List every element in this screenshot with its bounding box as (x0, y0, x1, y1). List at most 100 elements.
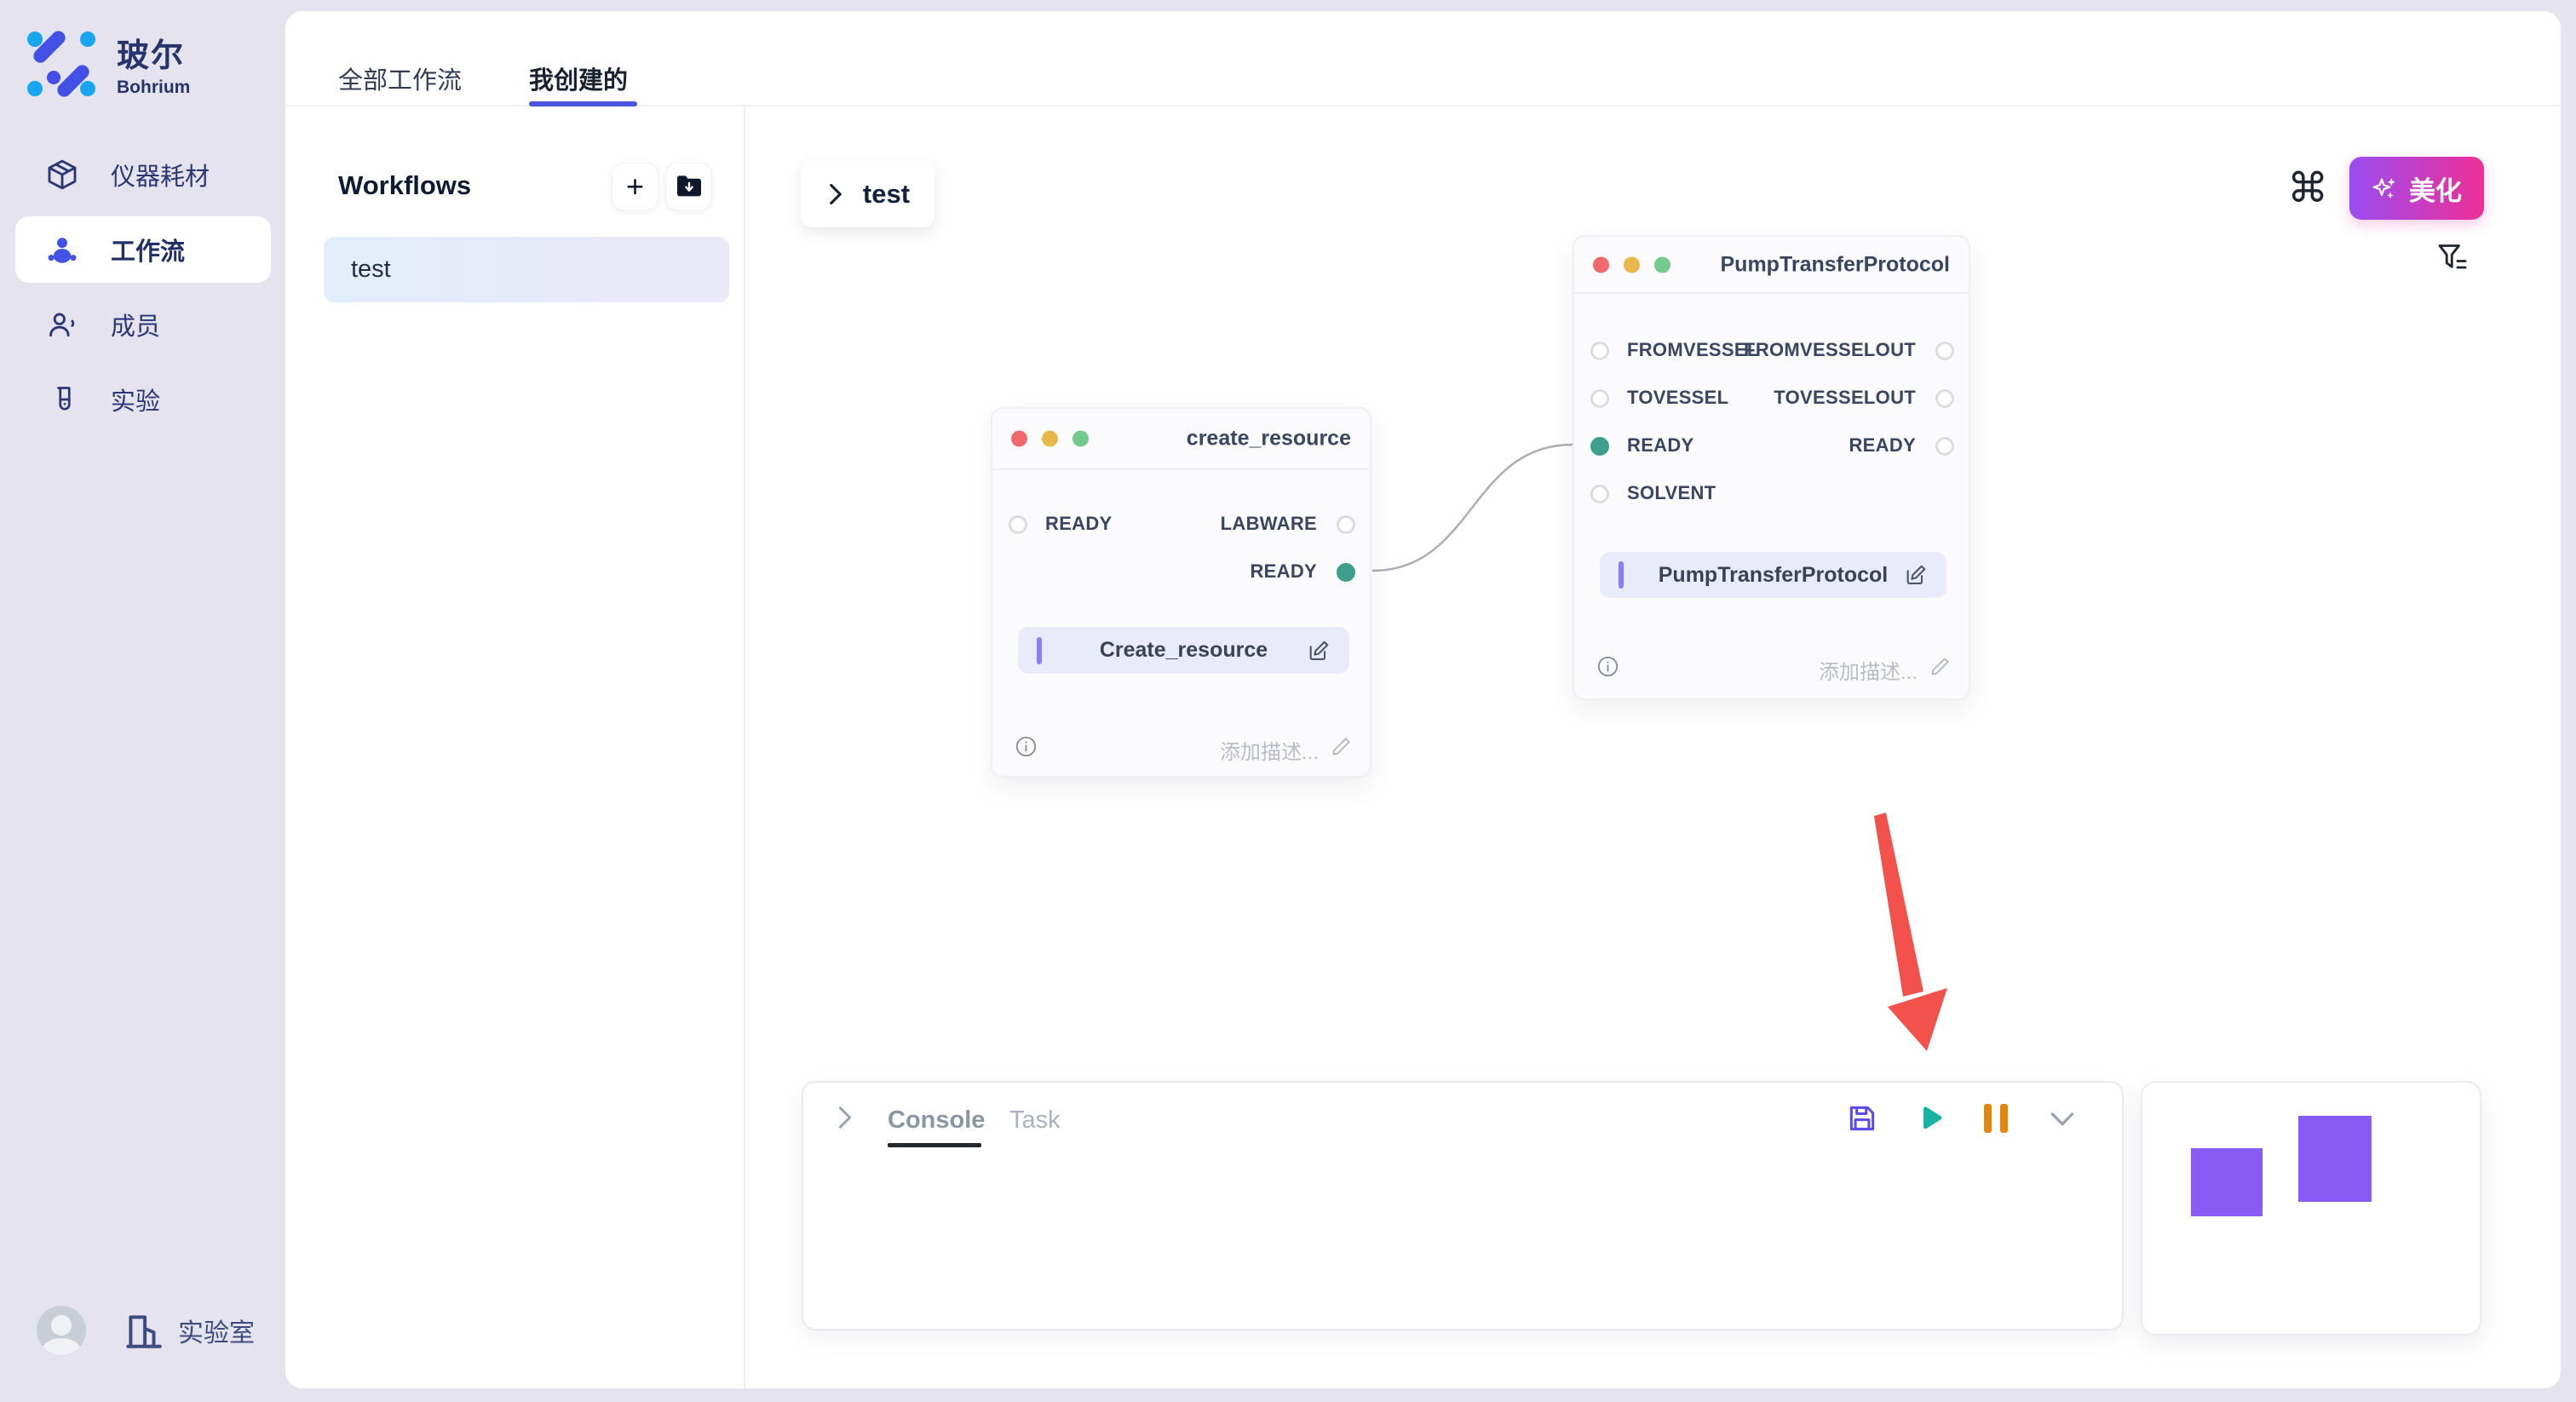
port-label: READY (1849, 434, 1916, 457)
node-action-button[interactable]: Create_resource (1018, 627, 1349, 674)
node-title: PumpTransferProtocol (1721, 252, 1951, 277)
edit-icon[interactable] (1307, 639, 1331, 663)
workflow-icon (44, 232, 80, 267)
workflow-tabbar: 全部工作流 我创建的 (285, 11, 2561, 106)
run-button[interactable] (1916, 1103, 1946, 1134)
tab-created-by-me[interactable]: 我创建的 (529, 60, 628, 96)
traffic-light-yellow[interactable] (1042, 431, 1058, 447)
workflows-title: Workflows (338, 170, 471, 201)
port-label: TOVESSEL (1627, 387, 1728, 409)
annotation-arrow-head (1888, 988, 1947, 1051)
minimap[interactable] (2141, 1081, 2481, 1336)
sidebar: 玻尔 Bohrium 仪器耗材 工作流 (0, 0, 285, 1402)
sidebar-item-workflow[interactable]: 工作流 (15, 216, 271, 283)
tab-all-workflows[interactable]: 全部工作流 (338, 60, 462, 96)
package-icon (44, 157, 80, 192)
minimap-node-pump-transfer (2298, 1116, 2372, 1202)
traffic-lights (1593, 256, 1670, 273)
sidebar-item-label: 仪器耗材 (111, 157, 210, 192)
port-label: FROMVESSEL (1627, 339, 1759, 361)
port-label: FROMVESSELOUT (1744, 339, 1916, 361)
test-tube-icon (44, 382, 80, 417)
input-port-ready-connected[interactable] (1590, 437, 1609, 456)
pencil-icon[interactable] (1929, 655, 1952, 678)
port-label: READY (1250, 560, 1317, 583)
output-port-fromvesselout[interactable] (1935, 342, 1954, 360)
app-logo[interactable]: 玻尔 Bohrium (27, 29, 190, 98)
user-avatar[interactable] (37, 1306, 86, 1355)
add-workflow-button[interactable]: + (612, 163, 658, 210)
port-label: READY (1045, 513, 1113, 535)
pencil-icon[interactable] (1330, 735, 1353, 758)
port-label: READY (1627, 434, 1694, 457)
traffic-lights (1011, 431, 1089, 447)
lab-switcher[interactable]: 实验室 (122, 1308, 255, 1353)
input-port-ready[interactable] (1009, 515, 1027, 534)
traffic-light-green[interactable] (1654, 256, 1670, 273)
port-label: TOVESSELOUT (1774, 387, 1916, 409)
chevron-right-icon (825, 182, 846, 206)
play-icon (1916, 1103, 1946, 1134)
sidebar-item-instruments[interactable]: 仪器耗材 (15, 141, 271, 208)
node-action-button[interactable]: PumpTransferProtocol (1600, 552, 1946, 598)
node-action-label: PumpTransferProtocol (1600, 563, 1946, 588)
folder-download-icon (676, 175, 703, 198)
console-toolbar (1846, 1101, 2079, 1135)
annotation-arrow-shaft (1874, 813, 1923, 997)
output-port-ready[interactable] (1935, 437, 1954, 456)
accent-bar (1037, 637, 1042, 664)
output-port-ready-connected[interactable] (1337, 563, 1355, 582)
node-title: create_resource (1187, 427, 1351, 451)
traffic-light-yellow[interactable] (1624, 256, 1640, 273)
node-action-label: Create_resource (1018, 638, 1349, 663)
node-header[interactable]: PumpTransferProtocol (1574, 237, 1969, 294)
collapse-panel-button[interactable] (2045, 1101, 2079, 1135)
node-header[interactable]: create_resource (992, 409, 1370, 470)
logo-en: Bohrium (117, 78, 190, 98)
command-palette-icon[interactable]: ⌘ (2287, 168, 2328, 209)
collapse-chevron-icon[interactable] (834, 1105, 856, 1130)
node-pump-transfer-protocol[interactable]: PumpTransferProtocol FROMVESSEL FROMVESS… (1573, 235, 1970, 700)
edge-create-to-pump (1372, 445, 1573, 571)
sidebar-item-label: 工作流 (111, 232, 185, 267)
filter-icon[interactable] (2437, 243, 2468, 277)
input-port-tovessel[interactable] (1590, 389, 1609, 408)
traffic-light-red[interactable] (1011, 431, 1027, 447)
accent-bar (1619, 561, 1624, 589)
info-icon[interactable] (1596, 655, 1619, 678)
sidebar-item-members[interactable]: 成员 (15, 291, 271, 358)
beautify-button[interactable]: 美化 (2349, 157, 2484, 220)
save-button[interactable] (1846, 1102, 1878, 1135)
sparkles-icon (2372, 175, 2399, 202)
description-placeholder[interactable]: 添加描述... (1220, 735, 1319, 765)
lab-label: 实验室 (178, 1312, 255, 1349)
tab-task[interactable]: Task (1009, 1106, 1061, 1135)
chevron-down-icon (2045, 1101, 2079, 1135)
breadcrumb[interactable]: test (801, 160, 934, 227)
input-port-solvent[interactable] (1590, 485, 1609, 503)
pause-button[interactable] (1984, 1104, 2008, 1133)
edit-icon[interactable] (1904, 563, 1928, 587)
port-label: LABWARE (1221, 513, 1317, 535)
workflows-list-panel: Workflows + test (285, 106, 745, 1388)
sidebar-item-label: 成员 (111, 307, 160, 342)
description-placeholder[interactable]: 添加描述... (1819, 655, 1918, 685)
tab-console[interactable]: Console (888, 1106, 985, 1135)
traffic-light-green[interactable] (1072, 431, 1089, 447)
import-folder-button[interactable] (665, 163, 712, 210)
breadcrumb-label: test (863, 179, 910, 210)
output-port-tovesselout[interactable] (1935, 389, 1954, 408)
main-panel: 全部工作流 我创建的 Workflows + test test ⌘ (285, 11, 2561, 1388)
info-icon[interactable] (1015, 735, 1038, 758)
traffic-light-red[interactable] (1593, 256, 1609, 273)
sidebar-item-label: 实验 (111, 382, 160, 417)
workflow-list-item-test[interactable]: test (324, 237, 729, 302)
sidebar-item-experiment[interactable]: 实验 (15, 366, 271, 433)
input-port-fromvessel[interactable] (1590, 342, 1609, 360)
app-name: 玻尔 Bohrium (117, 29, 190, 98)
node-create-resource[interactable]: create_resource READY LABWARE READY Crea… (991, 407, 1371, 778)
logo-zh: 玻尔 (117, 29, 190, 76)
sidebar-nav: 仪器耗材 工作流 成员 (15, 141, 271, 441)
beautify-label: 美化 (2409, 170, 2462, 208)
output-port-labware[interactable] (1337, 515, 1355, 534)
